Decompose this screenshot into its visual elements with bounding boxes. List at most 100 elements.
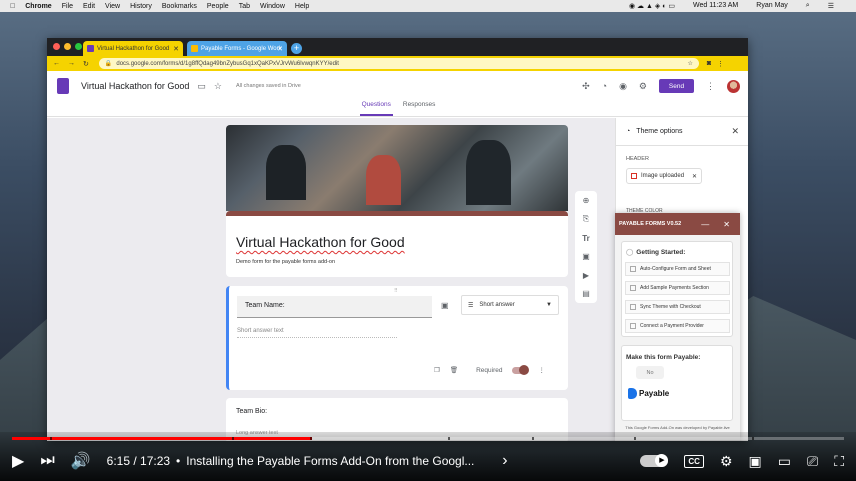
tab-responses[interactable]: Responses (403, 101, 436, 116)
menubar-app-name[interactable]: Chrome (25, 3, 51, 10)
palette-icon[interactable]: ◔ (602, 81, 607, 91)
duplicate-icon[interactable]: ❐ (434, 366, 440, 374)
close-window-button[interactable] (53, 43, 60, 50)
import-questions-icon[interactable]: ⎘ (583, 214, 589, 224)
chevron-right-icon[interactable]: › (502, 452, 507, 470)
chrome-menu-icon[interactable]: ⋮ (717, 60, 724, 68)
minimize-icon[interactable]: — (701, 220, 709, 229)
folder-icon[interactable]: ▭ (197, 81, 206, 92)
minimize-window-button[interactable] (64, 43, 71, 50)
apple-icon[interactable]:  (10, 3, 15, 10)
new-tab-button[interactable]: + (291, 43, 302, 54)
star-icon[interactable]: ☆ (214, 81, 222, 92)
back-arrow-icon[interactable]: ← (53, 60, 60, 68)
menubar-user[interactable]: Ryan May (756, 2, 788, 10)
reload-icon[interactable]: ↻ (83, 60, 89, 68)
add-image-icon[interactable]: ▣ (582, 252, 590, 261)
step-label: Auto-Configure Form and Sheet (640, 266, 711, 272)
fullscreen-icon[interactable]: ⛶ (834, 453, 844, 470)
progress-bar[interactable] (12, 437, 844, 440)
status-icons[interactable]: ◉ ☁ ▲ ◈ ◐ ▭ (629, 2, 675, 10)
question-more-icon[interactable]: ⋮ (538, 366, 545, 374)
question-title[interactable]: Team Bio: (236, 408, 267, 415)
tab-questions[interactable]: Questions (359, 101, 393, 116)
settings-gear-icon[interactable]: ⚙ (720, 453, 733, 470)
step-sync-theme[interactable]: Sync Theme with Checkout (625, 300, 730, 314)
cast-icon[interactable]: ⎚ (807, 453, 818, 470)
menu-file[interactable]: File (62, 3, 73, 10)
menu-window[interactable]: Window (260, 3, 285, 10)
menubar-clock[interactable]: Wed 11:23 AM (693, 2, 738, 10)
menu-tab[interactable]: Tab (239, 3, 250, 10)
bookmark-star-icon[interactable]: ☆ (687, 60, 692, 67)
search-icon[interactable]: ⌕ (806, 2, 810, 10)
profile-icon[interactable]: ◙ (707, 60, 711, 68)
chapter-marker (752, 437, 754, 440)
captions-button[interactable]: CC (684, 454, 704, 468)
preview-eye-icon[interactable]: ◉ (619, 81, 627, 92)
add-image-icon[interactable]: ▣ (441, 301, 449, 310)
step-auto-configure[interactable]: Auto-Configure Form and Sheet (625, 262, 730, 276)
remove-icon[interactable]: ✕ (692, 173, 697, 180)
question-title-input[interactable]: Team Name: (237, 296, 432, 318)
question-type-select[interactable]: ☰ Short answer ▼ (461, 295, 559, 315)
theater-mode-icon[interactable]: ▭ (778, 453, 791, 470)
menu-history[interactable]: History (130, 3, 152, 10)
close-tab-icon[interactable]: ✕ (173, 45, 179, 53)
add-section-icon[interactable]: ▤ (582, 289, 590, 298)
workspace-favicon-icon (191, 45, 198, 52)
close-icon[interactable]: ✕ (731, 126, 739, 137)
lock-icon: 🔒 (104, 61, 113, 67)
chapter-marker (634, 437, 636, 440)
add-video-icon[interactable]: ▶ (583, 271, 589, 280)
player-control-bar: ▶ ⏭ 🔊 6:15 / 17:23 • Installing the Paya… (12, 448, 844, 474)
settings-gear-icon[interactable]: ⚙ (639, 81, 647, 92)
menu-view[interactable]: View (105, 3, 120, 10)
drag-handle-icon[interactable]: ⠿ (394, 288, 398, 294)
payable-header: PAYABLE FORMS V0.52 — ✕ (615, 213, 740, 235)
form-title[interactable]: Virtual Hackathon for Good (236, 234, 405, 250)
view-tabs: Questions Responses (47, 101, 748, 117)
menu-people[interactable]: People (207, 3, 229, 10)
autoplay-toggle[interactable] (640, 454, 669, 467)
add-question-icon[interactable]: ⊕ (583, 196, 590, 205)
zoom-window-button[interactable] (75, 43, 82, 50)
document-title[interactable]: Virtual Hackathon for Good (81, 81, 189, 91)
theme-panel-title: Theme options (636, 128, 683, 135)
image-uploaded-chip[interactable]: Image uploaded ✕ (626, 168, 702, 184)
step-connect-provider[interactable]: Connect a Payment Provider (625, 319, 730, 333)
menu-edit[interactable]: Edit (83, 3, 95, 10)
browser-tab-payable[interactable]: Payable Forms - Google Work ✕ (187, 41, 287, 56)
url-input[interactable]: 🔒 docs.google.com/forms/d/1g8ffQdag49bnZ… (98, 58, 699, 69)
miniplayer-icon[interactable]: ▣ (749, 453, 762, 470)
google-forms-logo-icon[interactable] (57, 78, 69, 94)
next-icon[interactable]: ⏭ (40, 452, 54, 470)
play-icon[interactable]: ▶ (12, 451, 24, 471)
menu-help[interactable]: Help (295, 3, 309, 10)
browser-tab-label: Payable Forms - Google Work (201, 45, 282, 52)
volume-icon[interactable]: 🔊 (71, 451, 91, 471)
required-toggle[interactable] (512, 364, 530, 375)
form-title-card[interactable]: Virtual Hackathon for Good Demo form for… (226, 211, 568, 277)
close-tab-icon[interactable]: ✕ (277, 45, 283, 53)
payable-logo-icon (628, 388, 637, 399)
browser-tab-form[interactable]: Virtual Hackathon for Good ✕ (83, 41, 183, 56)
theme-panel-header: ◔ Theme options ✕ (616, 118, 748, 146)
delete-trash-icon[interactable]: 🗑 (450, 366, 458, 374)
addon-puzzle-icon[interactable]: ✣ (582, 81, 590, 92)
add-title-icon[interactable]: Tr (582, 234, 590, 243)
make-payable-card: Make this form Payable: No Payable (621, 345, 733, 421)
close-icon[interactable]: ✕ (723, 220, 730, 229)
menu-bookmarks[interactable]: Bookmarks (162, 3, 197, 10)
more-options-icon[interactable]: ⋮ (706, 81, 715, 92)
payable-no-toggle[interactable]: No (636, 366, 664, 379)
getting-started-card: ◯ Getting Started: Auto-Configure Form a… (621, 241, 733, 337)
step-add-sample-payments[interactable]: Add Sample Payments Section (625, 281, 730, 295)
list-icon[interactable]: ☰ (828, 2, 834, 10)
form-description[interactable]: Demo form for the payable forms add-on (236, 259, 335, 265)
avatar[interactable] (727, 79, 740, 93)
forward-arrow-icon[interactable]: → (68, 60, 75, 68)
send-button[interactable]: Send (659, 79, 694, 93)
question-card-team-name[interactable]: ⠿ Team Name: ▣ ☰ Short answer ▼ Short an… (226, 286, 568, 390)
video-title[interactable]: Installing the Payable Forms Add-On from… (186, 454, 496, 468)
